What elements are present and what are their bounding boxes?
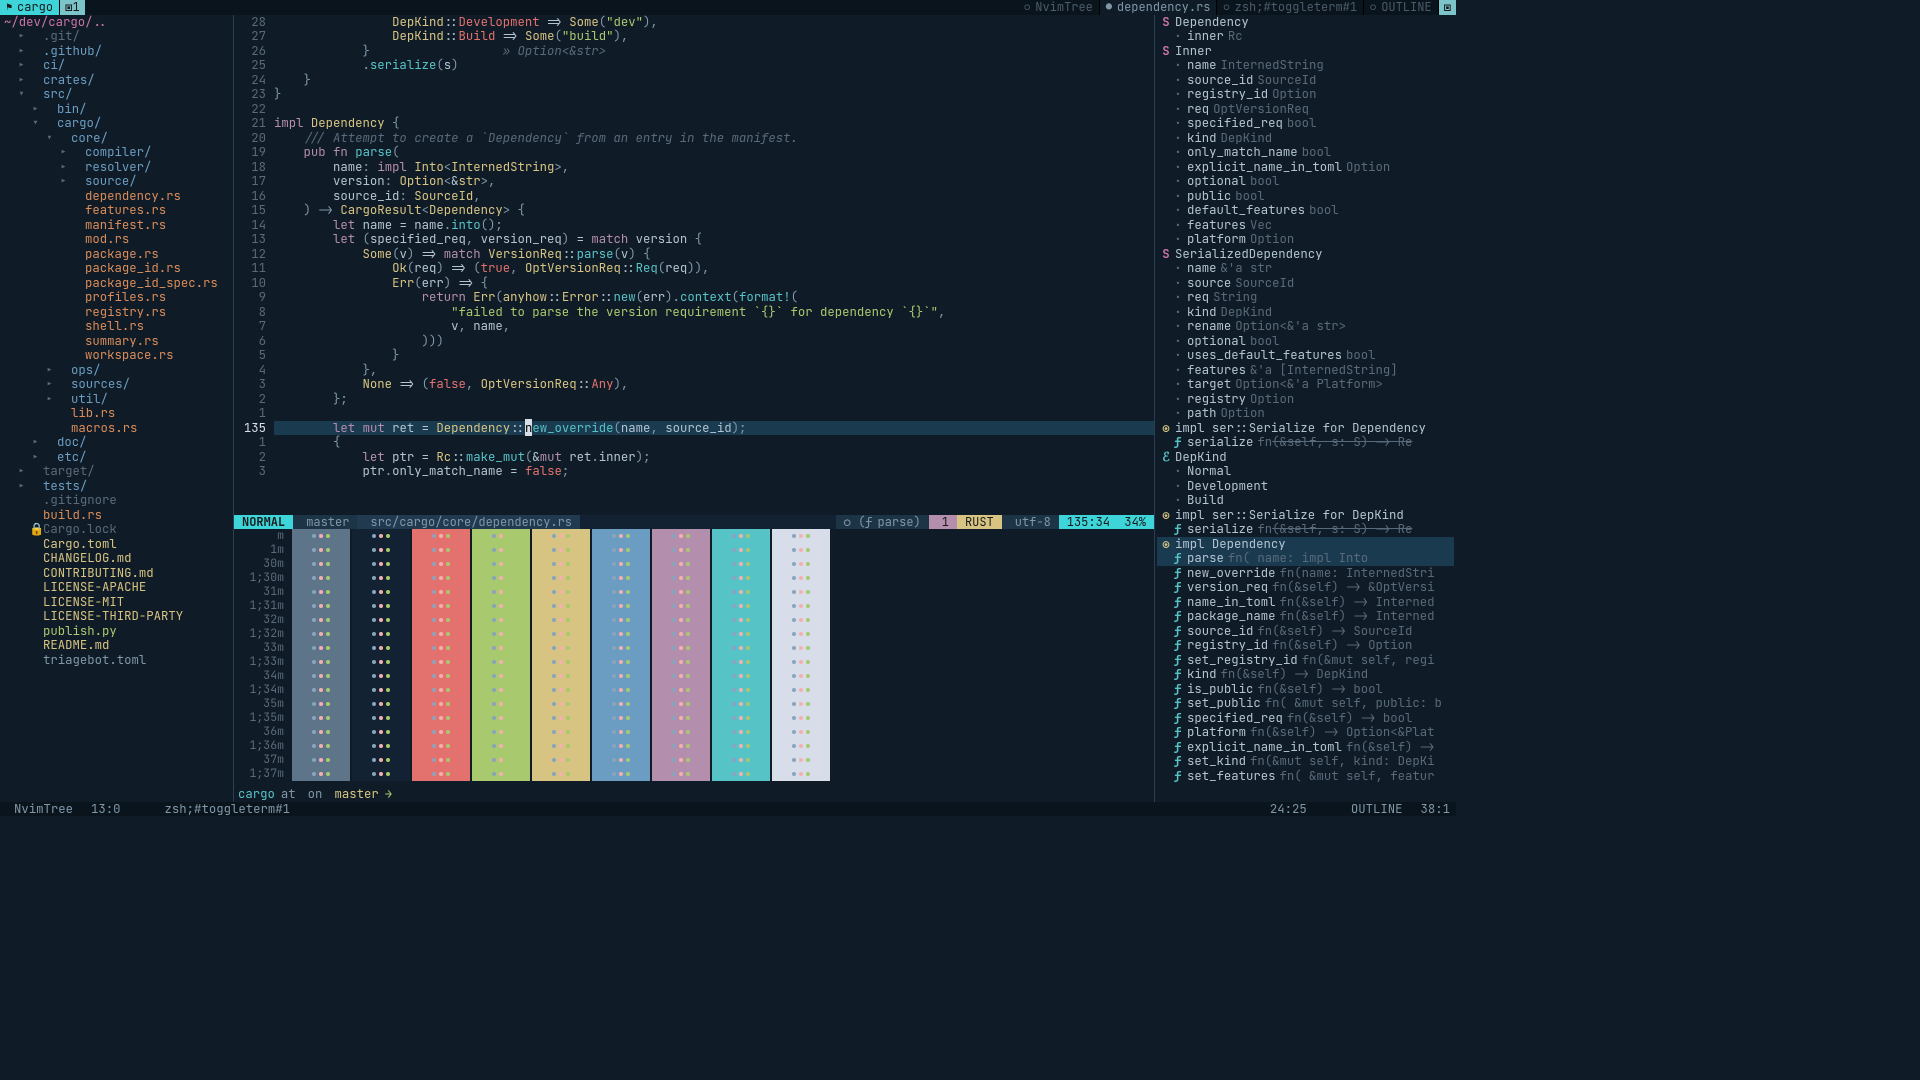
tree-item[interactable]: triagebot.toml bbox=[2, 653, 233, 668]
tree-item[interactable]: ▸util/ bbox=[2, 392, 233, 407]
code-area[interactable]: DepKind::Development => Some("dev"), Dep… bbox=[274, 15, 1154, 515]
kind-icon: ƒ bbox=[1173, 769, 1183, 784]
bottom-cmdline: NvimTree 13:0 zsh;#toggleterm#1 24:25 OU… bbox=[0, 802, 1456, 817]
main-layout: ~/dev/cargo/.. ▸.git/▸.github/▸ci/▸crate… bbox=[0, 15, 1456, 802]
kind-icon: S bbox=[1161, 247, 1171, 262]
tree-item[interactable]: ▸.github/ bbox=[2, 44, 233, 59]
mode-indicator: NORMAL bbox=[234, 515, 293, 530]
tree-item[interactable]: 🔒Cargo.lock bbox=[2, 522, 233, 537]
file-path[interactable]: src/cargo/core/dependency.rs bbox=[357, 515, 580, 530]
editor-statusline: NORMAL master src/cargo/core/dependency.… bbox=[234, 515, 1154, 530]
tree-item[interactable]: publish.py bbox=[2, 624, 233, 639]
tree-item[interactable]: ▸crates/ bbox=[2, 73, 233, 88]
cursor-pos: 135:34 34% bbox=[1059, 515, 1154, 530]
tab-nvimtree[interactable]: ○NvimTree bbox=[1018, 0, 1100, 15]
tab-zshtoggleterm[interactable]: ○zsh;#toggleterm#1 bbox=[1217, 0, 1364, 15]
tree-item[interactable]: ▸target/ bbox=[2, 464, 233, 479]
kind-icon: S bbox=[1161, 15, 1171, 30]
diag-warn[interactable]: 1 bbox=[929, 515, 957, 530]
tab-index[interactable]: ▣ 1 bbox=[60, 0, 85, 15]
win-outline[interactable]: OUTLINE bbox=[1351, 802, 1403, 817]
tab-label: cargo bbox=[17, 0, 53, 15]
folder-icon: ⚑ bbox=[6, 0, 12, 15]
tab-cargo[interactable]: ⚑ cargo bbox=[0, 0, 60, 15]
tabbar-end-icon[interactable]: ▣ bbox=[1439, 0, 1456, 15]
tree-item[interactable]: ▸ci/ bbox=[2, 58, 233, 73]
kind-icon: ◉ bbox=[1161, 421, 1171, 436]
status-fill bbox=[580, 515, 836, 530]
filetype: RUST bbox=[957, 515, 1002, 530]
shell-prompt[interactable]: cargo at on master → bbox=[238, 787, 1150, 802]
color-swatches bbox=[292, 529, 830, 781]
win-nvimtree[interactable]: NvimTree bbox=[14, 802, 73, 817]
kind-icon: ◉ bbox=[1161, 508, 1171, 523]
kind-icon: S bbox=[1161, 44, 1171, 59]
tab-outline[interactable]: ○OUTLINE bbox=[1364, 0, 1439, 15]
current-func: ○ (ƒ parse) bbox=[836, 515, 929, 530]
tree-item[interactable]: .gitignore bbox=[2, 493, 233, 508]
prompt-arrow: → bbox=[385, 787, 392, 802]
outline-item[interactable]: ƒset_features fn( &mut self, featur bbox=[1157, 769, 1454, 784]
file-icon: 🔒 bbox=[29, 522, 41, 537]
tree-item[interactable]: ▸tests/ bbox=[2, 479, 233, 494]
tab-dependencyrs[interactable]: ●dependency.rs bbox=[1100, 0, 1218, 15]
win-term[interactable]: zsh;#toggleterm#1 bbox=[165, 802, 290, 817]
top-tabbar: ⚑ cargo ▣ 1 ○NvimTree●dependency.rs○zsh;… bbox=[0, 0, 1456, 15]
tree-item[interactable]: ▸sources/ bbox=[2, 377, 233, 392]
tree-item[interactable]: workspace.rs bbox=[2, 348, 233, 363]
tree-item[interactable]: ▸etc/ bbox=[2, 450, 233, 465]
kind-icon: ◉ bbox=[1161, 537, 1171, 552]
file-tree[interactable]: ~/dev/cargo/.. ▸.git/▸.github/▸ci/▸crate… bbox=[0, 15, 234, 802]
tree-root[interactable]: ~/dev/cargo/.. bbox=[0, 15, 233, 30]
terminal[interactable]: m1m30m1;30m31m1;31m32m1;32m33m1;33m34m1;… bbox=[234, 529, 1154, 802]
tree-item[interactable]: ▸.git/ bbox=[2, 29, 233, 44]
term-labels: m1m30m1;30m31m1;31m32m1;32m33m1;33m34m1;… bbox=[238, 529, 292, 781]
editor-column: 2827262524232221201918171615141312111098… bbox=[234, 15, 1154, 802]
tree-item[interactable]: LICENSE-THIRD-PARTY bbox=[2, 609, 233, 624]
encoding: utf-8 bbox=[1002, 515, 1059, 530]
code-editor[interactable]: 2827262524232221201918171615141312111098… bbox=[234, 15, 1154, 515]
func-icon: ƒ bbox=[865, 515, 872, 530]
git-branch[interactable]: master bbox=[293, 515, 357, 530]
symbols-outline[interactable]: SDependency ·inner RcSInner ·name Intern… bbox=[1154, 15, 1456, 802]
line-gutter: 2827262524232221201918171615141312111098… bbox=[234, 15, 274, 515]
kind-icon: ℰ bbox=[1161, 450, 1171, 465]
tab-index-icon: ▣ bbox=[65, 0, 72, 15]
tree-item[interactable]: ▾cargo/ bbox=[2, 116, 233, 131]
